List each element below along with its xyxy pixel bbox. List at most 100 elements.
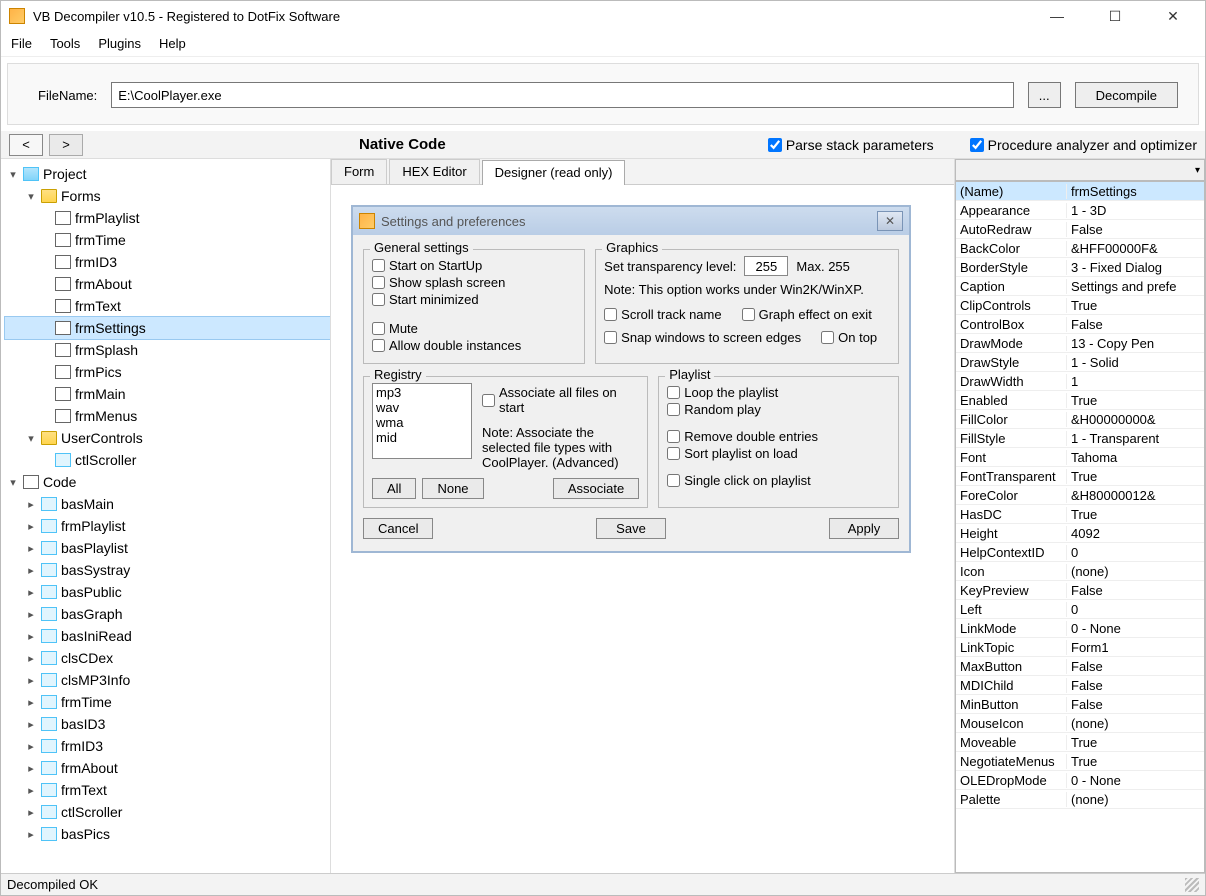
property-row[interactable]: MaxButtonFalse bbox=[956, 657, 1204, 676]
chk-splash[interactable]: Show splash screen bbox=[372, 275, 576, 290]
tree-item-frmtext[interactable]: ▸frmText bbox=[5, 779, 330, 801]
property-row[interactable]: MouseIcon(none) bbox=[956, 714, 1204, 733]
proc-analyzer-checkbox[interactable] bbox=[970, 138, 984, 152]
chk-mute[interactable]: Mute bbox=[372, 321, 576, 336]
btn-none[interactable]: None bbox=[422, 478, 483, 499]
tab-hex[interactable]: HEX Editor bbox=[389, 159, 479, 184]
nav-forward-button[interactable]: > bbox=[49, 134, 83, 156]
chk-allow-double[interactable]: Allow double instances bbox=[372, 338, 576, 353]
property-row[interactable]: AutoRedrawFalse bbox=[956, 220, 1204, 239]
btn-cancel[interactable]: Cancel bbox=[363, 518, 433, 539]
property-row[interactable]: OLEDropMode0 - None bbox=[956, 771, 1204, 790]
chk-start-on-startup[interactable]: Start on StartUp bbox=[372, 258, 576, 273]
tree-item-baspublic[interactable]: ▸basPublic bbox=[5, 581, 330, 603]
minimize-button[interactable]: — bbox=[1037, 4, 1077, 28]
property-row[interactable]: FillColor&H00000000& bbox=[956, 410, 1204, 429]
btn-all[interactable]: All bbox=[372, 478, 416, 499]
tree-item-frmplaylist[interactable]: ▸frmPlaylist bbox=[5, 515, 330, 537]
designer-surface[interactable]: Settings and preferences ✕ General setti… bbox=[331, 185, 954, 873]
filename-input[interactable] bbox=[111, 82, 1013, 108]
checkbox[interactable] bbox=[372, 259, 385, 272]
tree-item-basid3[interactable]: ▸basID3 bbox=[5, 713, 330, 735]
tab-form[interactable]: Form bbox=[331, 159, 387, 184]
menu-plugins[interactable]: Plugins bbox=[98, 36, 141, 51]
property-row[interactable]: FontTahoma bbox=[956, 448, 1204, 467]
resize-grip[interactable] bbox=[1185, 878, 1199, 892]
tree-project[interactable]: ▾Project bbox=[5, 163, 330, 185]
chk-assoc-all[interactable]: Associate all files on start bbox=[482, 385, 639, 415]
tree-item-basgraph[interactable]: ▸basGraph bbox=[5, 603, 330, 625]
menu-help[interactable]: Help bbox=[159, 36, 186, 51]
tree-item-frmsplash[interactable]: frmSplash bbox=[5, 339, 330, 361]
checkbox[interactable] bbox=[667, 403, 680, 416]
chk-start-min[interactable]: Start minimized bbox=[372, 292, 576, 307]
property-row[interactable]: DrawWidth1 bbox=[956, 372, 1204, 391]
tree-item-basplaylist[interactable]: ▸basPlaylist bbox=[5, 537, 330, 559]
tree-item-frmabout[interactable]: ▸frmAbout bbox=[5, 757, 330, 779]
list-item[interactable]: wav bbox=[376, 400, 468, 415]
tree-item-frmid3[interactable]: ▸frmID3 bbox=[5, 735, 330, 757]
tree-item-baspics[interactable]: ▸basPics bbox=[5, 823, 330, 845]
tree-usercontrols[interactable]: ▾UserControls bbox=[5, 427, 330, 449]
property-row[interactable]: BorderStyle3 - Fixed Dialog bbox=[956, 258, 1204, 277]
property-row[interactable]: EnabledTrue bbox=[956, 391, 1204, 410]
property-row[interactable]: LinkTopicForm1 bbox=[956, 638, 1204, 657]
property-row[interactable]: ForeColor&H80000012& bbox=[956, 486, 1204, 505]
chk-sort-on-load[interactable]: Sort playlist on load bbox=[667, 446, 890, 461]
checkbox[interactable] bbox=[372, 276, 385, 289]
nav-back-button[interactable]: < bbox=[9, 134, 43, 156]
chk-scroll-track[interactable]: Scroll track name bbox=[604, 307, 721, 322]
chk-snap[interactable]: Snap windows to screen edges bbox=[604, 330, 801, 345]
tree-item-clsmp3info[interactable]: ▸clsMP3Info bbox=[5, 669, 330, 691]
tree-item-frmmain[interactable]: frmMain bbox=[5, 383, 330, 405]
checkbox[interactable] bbox=[821, 331, 834, 344]
property-row[interactable]: Icon(none) bbox=[956, 562, 1204, 581]
checkbox[interactable] bbox=[482, 394, 495, 407]
checkbox[interactable] bbox=[742, 308, 755, 321]
btn-associate[interactable]: Associate bbox=[553, 478, 639, 499]
maximize-button[interactable]: ☐ bbox=[1095, 4, 1135, 28]
checkbox[interactable] bbox=[372, 293, 385, 306]
tree-item-frmsettings[interactable]: frmSettings bbox=[5, 317, 330, 339]
tree-item-frmtime[interactable]: frmTime bbox=[5, 229, 330, 251]
checkbox[interactable] bbox=[372, 339, 385, 352]
tree-code[interactable]: ▾Code bbox=[5, 471, 330, 493]
proc-analyzer-check[interactable]: Procedure analyzer and optimizer bbox=[970, 137, 1197, 153]
checkbox[interactable] bbox=[604, 331, 617, 344]
checkbox[interactable] bbox=[667, 447, 680, 460]
property-row[interactable]: HelpContextID0 bbox=[956, 543, 1204, 562]
properties-grid[interactable]: (Name)frmSettingsAppearance1 - 3DAutoRed… bbox=[955, 181, 1205, 873]
checkbox[interactable] bbox=[667, 430, 680, 443]
tree-item-frmid3[interactable]: frmID3 bbox=[5, 251, 330, 273]
list-item[interactable]: mp3 bbox=[376, 385, 468, 400]
filetype-list[interactable]: mp3wavwmamid bbox=[372, 383, 472, 459]
tree-item-frmplaylist[interactable]: frmPlaylist bbox=[5, 207, 330, 229]
property-row[interactable]: KeyPreviewFalse bbox=[956, 581, 1204, 600]
property-row[interactable]: BackColor&HFF00000F& bbox=[956, 239, 1204, 258]
chk-random[interactable]: Random play bbox=[667, 402, 890, 417]
tree-item-frmtime[interactable]: ▸frmTime bbox=[5, 691, 330, 713]
browse-button[interactable]: ... bbox=[1028, 82, 1061, 108]
tree-item-basiniread[interactable]: ▸basIniRead bbox=[5, 625, 330, 647]
property-row[interactable]: (Name)frmSettings bbox=[956, 182, 1204, 201]
property-row[interactable]: MinButtonFalse bbox=[956, 695, 1204, 714]
menu-file[interactable]: File bbox=[11, 36, 32, 51]
tree-item-frmabout[interactable]: frmAbout bbox=[5, 273, 330, 295]
property-row[interactable]: FillStyle1 - Transparent bbox=[956, 429, 1204, 448]
property-row[interactable]: DrawMode13 - Copy Pen bbox=[956, 334, 1204, 353]
tree-item-frmpics[interactable]: frmPics bbox=[5, 361, 330, 383]
tree-item-ctlscroller[interactable]: ▸ctlScroller bbox=[5, 801, 330, 823]
tree-item-basmain[interactable]: ▸basMain bbox=[5, 493, 330, 515]
list-item[interactable]: mid bbox=[376, 430, 468, 445]
chk-single-click[interactable]: Single click on playlist bbox=[667, 473, 890, 488]
property-row[interactable]: Left0 bbox=[956, 600, 1204, 619]
btn-save[interactable]: Save bbox=[596, 518, 666, 539]
tree-item-frmmenus[interactable]: frmMenus bbox=[5, 405, 330, 427]
property-row[interactable]: LinkMode0 - None bbox=[956, 619, 1204, 638]
tree-item-bassystray[interactable]: ▸basSystray bbox=[5, 559, 330, 581]
property-row[interactable]: ControlBoxFalse bbox=[956, 315, 1204, 334]
list-item[interactable]: wma bbox=[376, 415, 468, 430]
chk-remove-dup[interactable]: Remove double entries bbox=[667, 429, 890, 444]
property-row[interactable]: Height4092 bbox=[956, 524, 1204, 543]
property-row[interactable]: Appearance1 - 3D bbox=[956, 201, 1204, 220]
